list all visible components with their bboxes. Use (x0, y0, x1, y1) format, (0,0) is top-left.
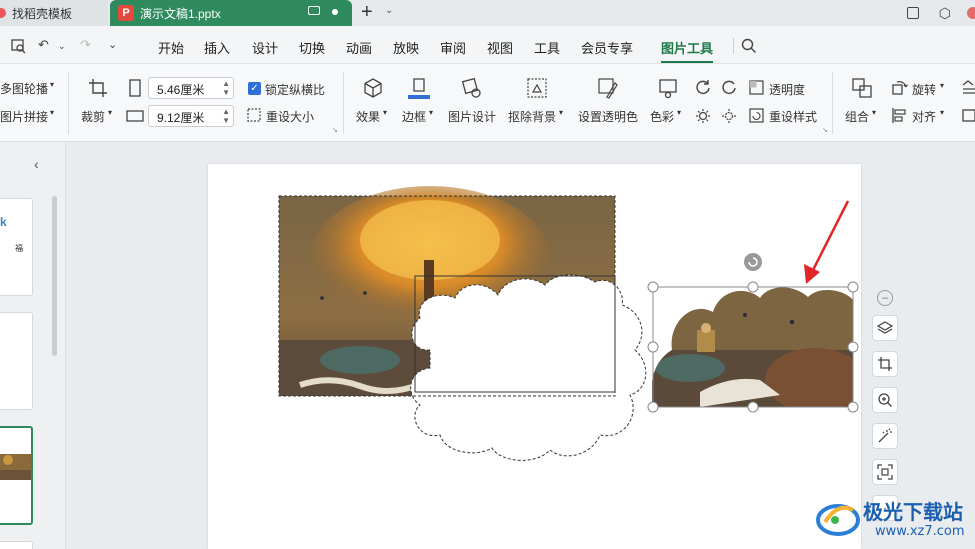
collapse-float-toolbar-icon[interactable]: – (877, 290, 893, 306)
resize-handle[interactable] (847, 341, 859, 353)
slide-content-layer (278, 186, 865, 461)
resize-handle[interactable] (847, 281, 859, 293)
zoom-in-icon[interactable] (872, 387, 898, 413)
watermark-text: 极光下载站 (863, 500, 963, 524)
annotation-arrow-icon (804, 200, 850, 284)
cropped-cloud-picture[interactable] (652, 285, 865, 412)
cloud-shape[interactable] (410, 274, 647, 461)
resize-handle[interactable] (647, 401, 659, 413)
resize-handle[interactable] (847, 401, 859, 413)
rotate-handle-icon[interactable] (744, 253, 762, 271)
layers-icon[interactable] (872, 315, 898, 341)
resize-handle[interactable] (747, 281, 759, 293)
watermark-url: www.xz7.com (875, 524, 965, 539)
resize-handle[interactable] (747, 401, 759, 413)
resize-handle[interactable] (647, 341, 659, 353)
crop-float-icon[interactable] (872, 351, 898, 377)
screenshot-icon[interactable] (872, 459, 898, 485)
magic-wand-icon[interactable] (872, 423, 898, 449)
resize-handle[interactable] (647, 281, 659, 293)
site-watermark: 极光下载站 www.xz7.com (815, 496, 975, 546)
watermark-logo-icon (816, 504, 860, 536)
